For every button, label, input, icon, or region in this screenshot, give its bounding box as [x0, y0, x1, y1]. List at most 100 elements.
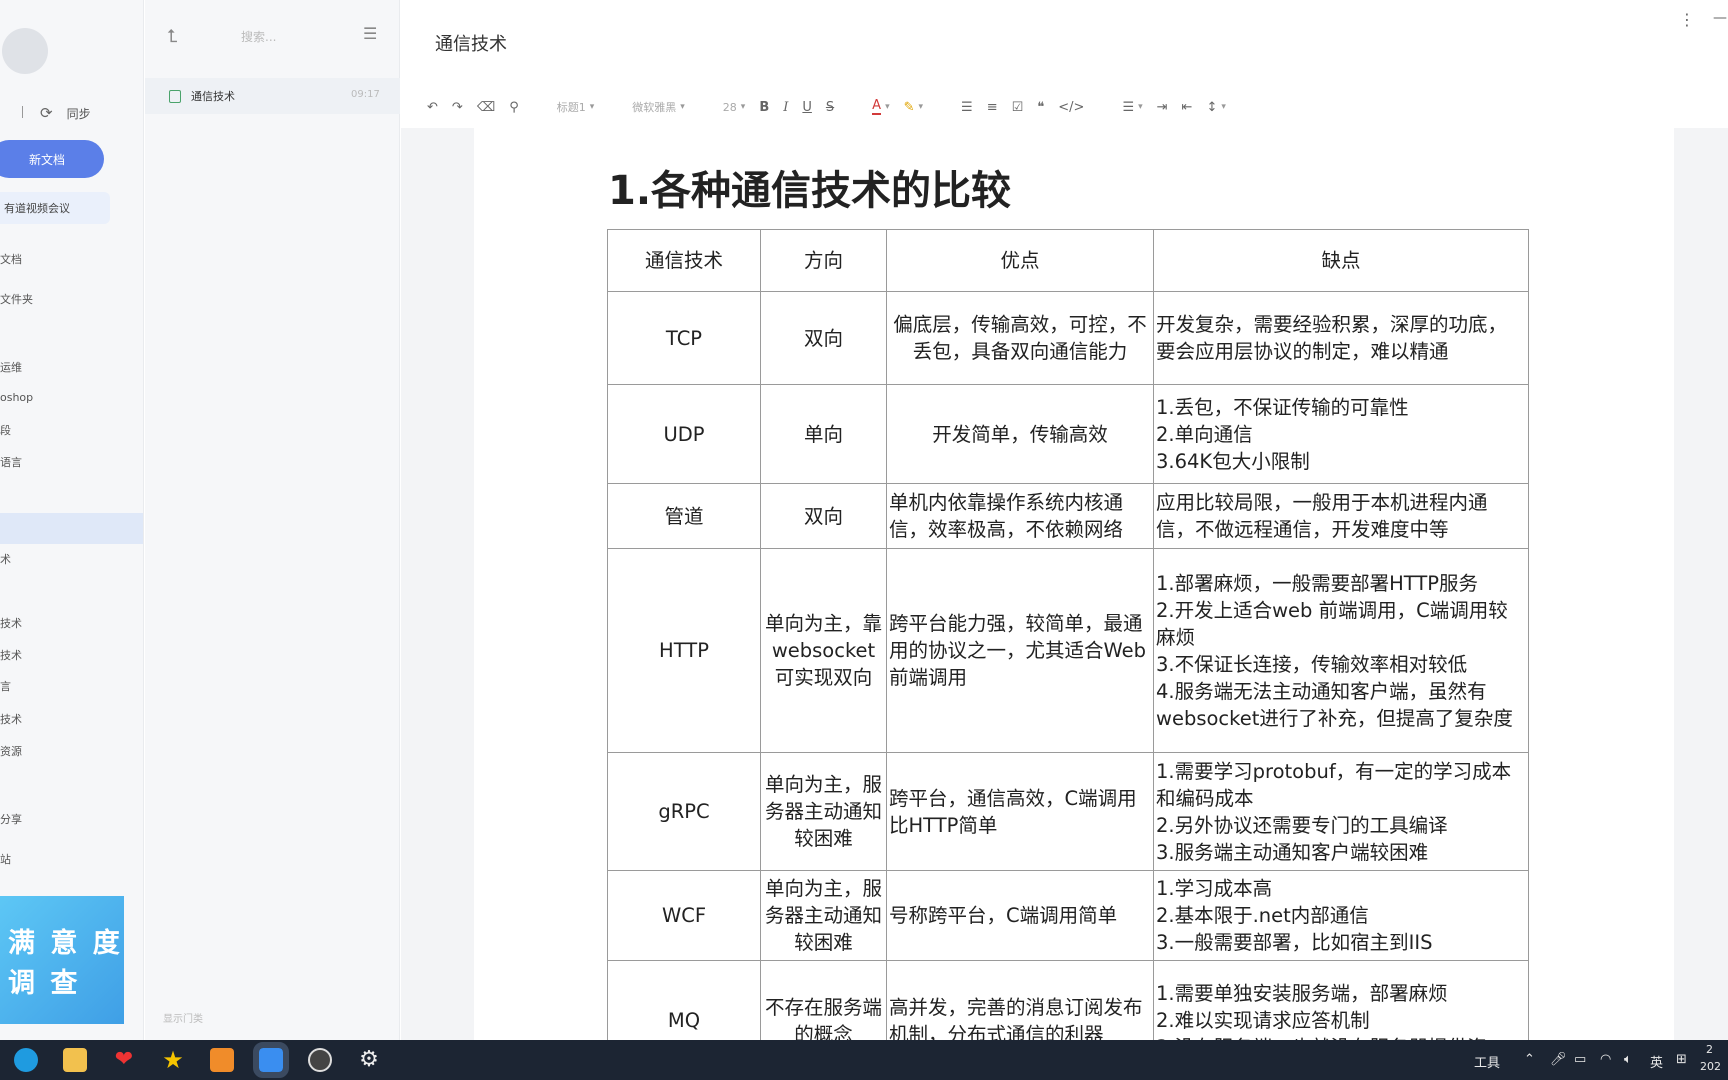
checkbox-list-icon[interactable]: ☑: [1012, 94, 1024, 120]
format-painter-icon[interactable]: ⚲: [509, 94, 519, 120]
back-icon[interactable]: ⮤: [167, 26, 178, 47]
document-page[interactable]: 1.各种通信技术的比较 通信技术 方向 优点 缺点 TCP 双向 偏底层，传输高…: [474, 128, 1674, 1040]
numbered-list-icon[interactable]: ≡: [987, 94, 998, 120]
direction-cell[interactable]: 单向: [760, 384, 887, 484]
align-left-icon[interactable]: ☰: [1122, 94, 1142, 120]
table-header-cell[interactable]: 方向: [760, 229, 887, 292]
nav-item-site[interactable]: 站: [0, 851, 11, 867]
cons-cell[interactable]: 1.需要学习protobuf，有一定的学习成本和编码成本 2.另外协议还需要专门…: [1153, 752, 1529, 871]
note-app-icon[interactable]: [253, 1042, 289, 1078]
nav-item-ops[interactable]: 运维: [0, 359, 22, 375]
pros-cell[interactable]: 偏底层，传输高效，可控，不丢包，具备双向通信能力: [886, 291, 1154, 385]
direction-cell[interactable]: 不存在服务端的概念: [760, 960, 887, 1040]
code-icon[interactable]: </>: [1058, 94, 1084, 120]
nav-item-language[interactable]: 语言: [0, 454, 22, 470]
indent-icon[interactable]: ⇥: [1157, 94, 1168, 120]
microphone-icon[interactable]: 🎤︎: [1550, 1052, 1567, 1067]
cons-cell[interactable]: 1.需要单独安装服务端，部署麻烦 2.难以实现请求应答机制 3.没有服务端，也就…: [1153, 960, 1529, 1040]
sort-menu-icon[interactable]: ☰: [363, 24, 377, 43]
undo-icon[interactable]: ↶: [427, 94, 438, 120]
direction-cell[interactable]: 单向为主，服务器主动通知较困难: [760, 752, 887, 871]
tech-cell[interactable]: WCF: [607, 870, 761, 961]
font-family-select[interactable]: 微软雅黑: [632, 94, 685, 120]
pros-cell[interactable]: 高并发，完善的消息订阅发布机制，分布式通信的利器: [886, 960, 1154, 1040]
tech-cell[interactable]: gRPC: [607, 752, 761, 871]
tech-cell[interactable]: UDP: [607, 384, 761, 484]
pros-cell[interactable]: 号称跨平台，C端调用简单: [886, 870, 1154, 961]
nav-item-tech-d[interactable]: 技术: [0, 711, 22, 727]
minimize-icon[interactable]: —: [1713, 10, 1727, 26]
tech-cell[interactable]: 管道: [607, 483, 761, 549]
eraser-icon[interactable]: ⌫: [477, 94, 495, 120]
table-header-cell[interactable]: 通信技术: [607, 229, 761, 292]
direction-cell[interactable]: 单向为主，靠websocket可实现双向: [760, 548, 887, 753]
direction-cell[interactable]: 单向为主，服务器主动通知较困难: [760, 870, 887, 961]
line-spacing-icon[interactable]: ↕: [1206, 94, 1225, 120]
outdent-icon[interactable]: ⇤: [1182, 94, 1193, 120]
highlight-icon[interactable]: ✎: [904, 94, 923, 120]
pros-cell[interactable]: 开发简单，传输高效: [886, 384, 1154, 484]
clock-date[interactable]: 202: [1700, 1060, 1721, 1073]
nav-item-tech-b[interactable]: 技术: [0, 615, 22, 631]
file-explorer-icon[interactable]: [63, 1048, 87, 1072]
heading-style-select[interactable]: 标题1: [557, 94, 595, 120]
settings-gear-icon[interactable]: ⚙: [357, 1048, 381, 1072]
pros-cell[interactable]: 跨平台，通信高效，C端调用比HTTP简单: [886, 752, 1154, 871]
video-meeting-button[interactable]: 有道视频会议: [0, 192, 110, 224]
nav-item-selected[interactable]: [0, 513, 143, 544]
keyboard-grid-icon[interactable]: ⊞: [1676, 1052, 1687, 1067]
table-header-cell[interactable]: 缺点: [1153, 229, 1529, 292]
star-app-icon[interactable]: ★: [161, 1048, 185, 1072]
nav-item-share[interactable]: 分享: [0, 811, 22, 827]
document-title[interactable]: 通信技术: [435, 30, 507, 56]
direction-cell[interactable]: 双向: [760, 291, 887, 385]
direction-cell[interactable]: 双向: [760, 483, 887, 549]
table-header-cell[interactable]: 优点: [886, 229, 1154, 292]
volume-icon[interactable]: 🔈︎: [1624, 1052, 1632, 1067]
redo-icon[interactable]: ↷: [452, 94, 463, 120]
tech-cell[interactable]: TCP: [607, 291, 761, 385]
font-color-button[interactable]: A: [872, 94, 889, 120]
cons-cell[interactable]: 1.学习成本高 2.基本限于.net内部通信 3.一般需要部署，比如宿主到IIS: [1153, 870, 1529, 961]
nav-item-docs[interactable]: 文档: [0, 251, 22, 267]
list-search[interactable]: 搜索...: [241, 28, 276, 45]
tray-chevron-icon[interactable]: ⌃: [1524, 1052, 1535, 1067]
pros-cell[interactable]: 单机内依靠操作系统内核通信，效率极高，不依赖网络: [886, 483, 1154, 549]
avatar[interactable]: [2, 28, 48, 74]
wifi-icon[interactable]: ◠: [1600, 1052, 1611, 1067]
font-size-select[interactable]: 28: [723, 94, 746, 120]
nav-item-words[interactable]: 言: [0, 678, 11, 694]
bold-button[interactable]: B: [759, 94, 769, 120]
nav-item-folder[interactable]: 文件夹: [0, 291, 33, 307]
nav-item-tech-c[interactable]: 技术: [0, 647, 22, 663]
cons-cell[interactable]: 1.部署麻烦，一般需要部署HTTP服务 2.开发上适合web 前端调用，C端调用…: [1153, 548, 1529, 753]
new-document-button[interactable]: 新文档: [0, 140, 104, 178]
taskbar-tools-label[interactable]: 工具: [1474, 1052, 1500, 1071]
bullet-list-icon[interactable]: ☰: [961, 94, 973, 120]
more-options-icon[interactable]: ⋮: [1679, 10, 1695, 29]
battery-icon[interactable]: ▭: [1574, 1052, 1586, 1067]
tech-cell[interactable]: MQ: [607, 960, 761, 1040]
cons-cell[interactable]: 开发复杂，需要经验积累，深厚的功底，要会应用层协议的制定，难以精通: [1153, 291, 1529, 385]
italic-button[interactable]: I: [783, 94, 788, 120]
satisfaction-survey-banner[interactable]: 满 意 度 调 查: [0, 896, 124, 1024]
nav-item-shop[interactable]: oshop: [0, 391, 33, 404]
nav-item-section[interactable]: 段: [0, 422, 11, 438]
cons-cell[interactable]: 1.丢包，不保证传输的可靠性 2.单向通信 3.64K包大小限制: [1153, 384, 1529, 484]
underline-button[interactable]: U: [802, 94, 812, 120]
heart-app-icon[interactable]: ❤: [112, 1048, 136, 1072]
list-footer[interactable]: 显示门类: [163, 1010, 203, 1025]
edge-icon[interactable]: [14, 1048, 38, 1072]
obs-icon[interactable]: [308, 1048, 332, 1072]
input-method-indicator[interactable]: 英: [1650, 1052, 1663, 1071]
pros-cell[interactable]: 跨平台能力强，较简单，最通用的协议之一，尤其适合Web前端调用: [886, 548, 1154, 753]
sync-button[interactable]: ⟳ 同步: [22, 104, 91, 122]
document-heading[interactable]: 1.各种通信技术的比较: [608, 158, 1011, 216]
nav-item-tech-a[interactable]: 术: [0, 551, 11, 567]
strikethrough-button[interactable]: S: [826, 94, 834, 120]
tech-cell[interactable]: HTTP: [607, 548, 761, 753]
list-item[interactable]: 通信技术 09:17: [145, 78, 400, 114]
orange-app-icon[interactable]: [210, 1048, 234, 1072]
clock-time[interactable]: 2: [1706, 1043, 1713, 1056]
cons-cell[interactable]: 应用比较局限，一般用于本机进程内通信，不做远程通信，开发难度中等: [1153, 483, 1529, 549]
